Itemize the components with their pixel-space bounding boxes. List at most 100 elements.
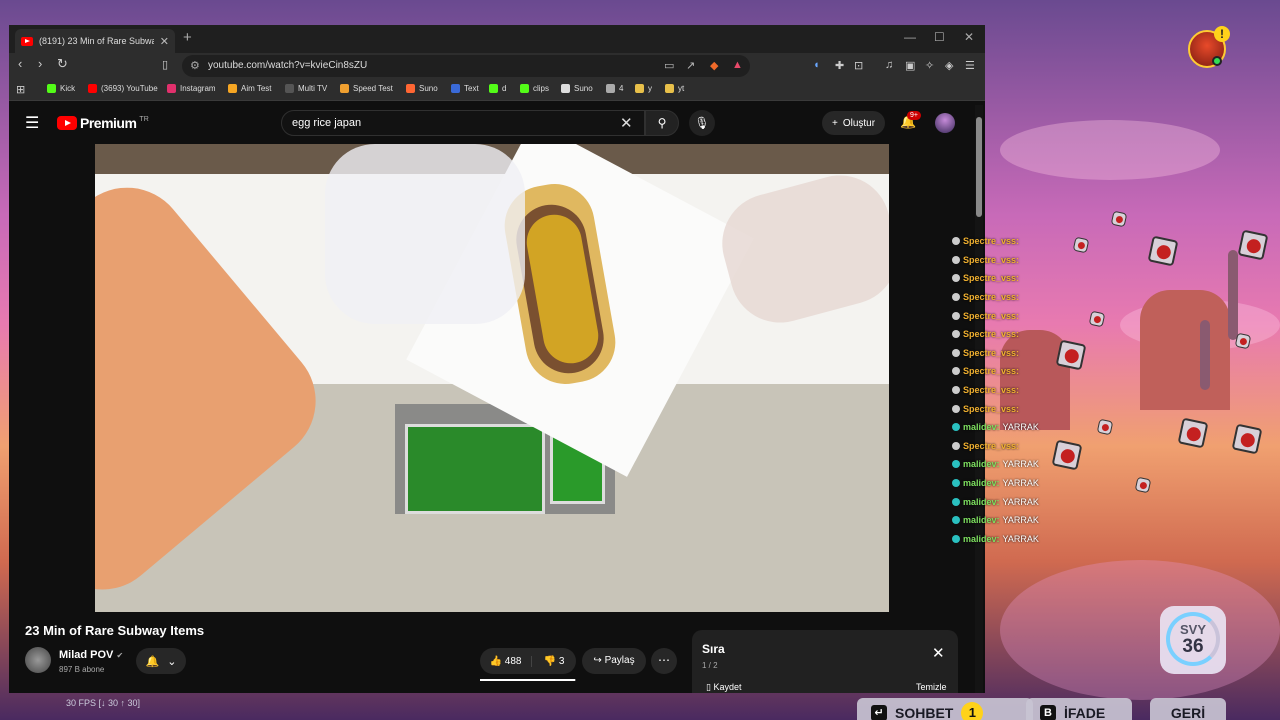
level-label: SVY <box>1179 622 1206 637</box>
chat-message-text: YARRAK <box>1002 496 1039 507</box>
chat-username: Spectre_vss: <box>963 385 1020 396</box>
brave-shield-icon[interactable]: ◆ <box>710 59 718 72</box>
bookmark-item[interactable]: Multi TV <box>285 84 327 93</box>
close-queue-icon[interactable]: ✕ <box>932 644 945 662</box>
music-icon[interactable]: ♫ <box>885 59 893 71</box>
tab-title: (8191) 23 Min of Rare Subway Items <box>39 36 154 46</box>
forward-arrow-icon[interactable]: › <box>38 56 42 71</box>
reload-icon[interactable]: ↻ <box>57 56 68 72</box>
like-button[interactable]: 👍 488 <box>480 655 532 667</box>
maximize-icon[interactable]: ☐ <box>934 30 945 44</box>
thumbs-down-icon: 👎 <box>543 655 557 667</box>
voice-search-button[interactable]: 🎙 <box>689 110 715 136</box>
bookmark-item[interactable]: d <box>489 84 506 93</box>
level-badge: SVY 36 <box>1160 606 1226 674</box>
wallet-icon[interactable]: ▣ <box>905 59 915 72</box>
clear-search-icon[interactable]: ✕ <box>620 114 633 132</box>
chat-button[interactable]: ↵ SOHBET 1 <box>857 698 1033 720</box>
share-label: Paylaş <box>604 655 635 666</box>
chat-message-text: YARRAK <box>1002 515 1039 526</box>
bookmark-item[interactable]: Suno <box>406 84 438 93</box>
bookmark-label: Kick <box>60 84 76 93</box>
chat-message: Spectre_vss: <box>952 399 1092 418</box>
chat-message-text: YARRAK <box>1002 478 1039 489</box>
chat-message: Spectre_vss: <box>952 437 1092 456</box>
subscriber-count: 897 B abone <box>59 665 105 674</box>
queue-save-button[interactable]: ▯ Kaydet <box>706 682 742 693</box>
dislike-button[interactable]: 👎 3 <box>532 656 576 667</box>
dislike-count: 3 <box>558 655 565 667</box>
bookmark-label: Text <box>464 84 479 93</box>
bookmark-item[interactable]: Aim Test <box>228 84 272 93</box>
emote-button[interactable]: B İFADE <box>1026 698 1132 720</box>
bookmark-folder[interactable]: yt <box>665 84 684 93</box>
vpn-icon[interactable]: ◈ <box>945 59 953 72</box>
apps-grid-icon[interactable]: ⊞ <box>16 83 25 96</box>
audio-icon[interactable]: ◖ <box>813 59 820 71</box>
channel-name[interactable]: Milad POV ✔ <box>59 649 123 661</box>
bookmark-favicon-icon <box>285 84 294 93</box>
screenshot-icon[interactable]: ⊡ <box>854 59 863 72</box>
bookmark-folder[interactable]: y <box>635 84 652 93</box>
cast-icon[interactable]: ▭ <box>664 59 674 72</box>
share-button[interactable]: ↪ Paylaş <box>582 648 646 674</box>
close-window-icon[interactable]: ✕ <box>964 30 974 44</box>
back-arrow-icon[interactable]: ‹ <box>18 56 22 71</box>
chat-username: Spectre_vss: <box>963 310 1020 321</box>
bookmark-label: yt <box>678 84 685 93</box>
chat-badge-icon <box>952 516 960 525</box>
bookmark-item[interactable]: Kick <box>47 84 75 93</box>
new-tab-icon[interactable]: + <box>183 29 192 46</box>
search-button[interactable]: ⚲ <box>645 110 679 136</box>
more-options-icon[interactable]: ⋯ <box>651 648 677 674</box>
close-tab-icon[interactable]: ✕ <box>160 35 169 48</box>
chat-badge-icon <box>952 423 960 432</box>
bookmark-item[interactable]: Text <box>451 84 479 93</box>
share-page-icon[interactable]: ↗ <box>686 59 695 72</box>
queue-title: Sıra <box>702 642 725 656</box>
scroll-thumb[interactable] <box>976 117 982 217</box>
cactus <box>1200 320 1210 390</box>
create-button[interactable]: + Oluştur <box>822 111 886 135</box>
bookmark-item[interactable]: Speed Test <box>340 84 393 93</box>
floating-emote-icon <box>1134 476 1152 494</box>
channel-avatar[interactable] <box>25 647 51 673</box>
video-frame-gloved-hand <box>325 144 525 324</box>
back-button[interactable]: GERİ <box>1150 698 1226 720</box>
hamburger-menu-icon[interactable]: ☰ <box>25 113 39 133</box>
bookmark-favicon-icon <box>406 84 415 93</box>
chat-badge-icon <box>952 534 960 543</box>
youtube-header: ☰ Premium TR ✕ ⚲ 🎙 + Oluştur 🔔 9+ <box>9 102 985 144</box>
bookmark-item[interactable]: (3693) YouTube <box>88 84 158 93</box>
bookmark-favicon-icon <box>520 84 529 93</box>
bookmark-item[interactable]: Instagram <box>167 84 216 93</box>
chat-username: malidev: <box>963 533 1000 544</box>
chat-username: malidev: <box>963 422 1000 433</box>
extensions-icon[interactable]: ✚ <box>835 59 844 72</box>
chat-badge-icon <box>952 441 960 450</box>
browser-tab-active[interactable]: (8191) 23 Min of Rare Subway Items ✕ <box>15 29 175 53</box>
bookmark-icon[interactable]: ▯ <box>162 58 168 71</box>
ai-icon[interactable]: ✧ <box>925 59 934 72</box>
bookmarks-bar: ⊞ Kick (3693) YouTube Instagram Aim Test… <box>9 79 985 101</box>
browser-menu-icon[interactable]: ☰ <box>965 59 975 72</box>
youtube-logo[interactable]: Premium TR <box>57 115 149 131</box>
video-player[interactable] <box>95 144 889 612</box>
site-info-icon[interactable]: ⚙ <box>190 59 200 72</box>
chat-username: Spectre_vss: <box>963 440 1020 451</box>
address-bar[interactable]: ⚙ youtube.com/watch?v=kvieCin8sZU ▭ ↗ ◆ … <box>182 55 750 77</box>
search-input[interactable] <box>292 117 612 129</box>
bookmark-item[interactable]: clips <box>520 84 549 93</box>
account-avatar[interactable] <box>935 113 955 133</box>
cactus <box>1228 250 1238 340</box>
ground-glow <box>1000 560 1280 700</box>
bookmark-item[interactable]: 4 <box>606 84 623 93</box>
chat-badge-icon <box>952 330 960 339</box>
minimize-icon[interactable]: — <box>904 30 916 44</box>
bookmark-favicon-icon <box>47 84 56 93</box>
rewards-icon[interactable]: ▲ <box>732 59 743 71</box>
queue-clear-button[interactable]: Temizle <box>916 682 947 692</box>
chat-message: malidev: YARRAK <box>952 511 1092 530</box>
bookmark-item[interactable]: Suno <box>561 84 593 93</box>
subscription-bell-button[interactable]: 🔔 ⌄ <box>136 648 186 674</box>
